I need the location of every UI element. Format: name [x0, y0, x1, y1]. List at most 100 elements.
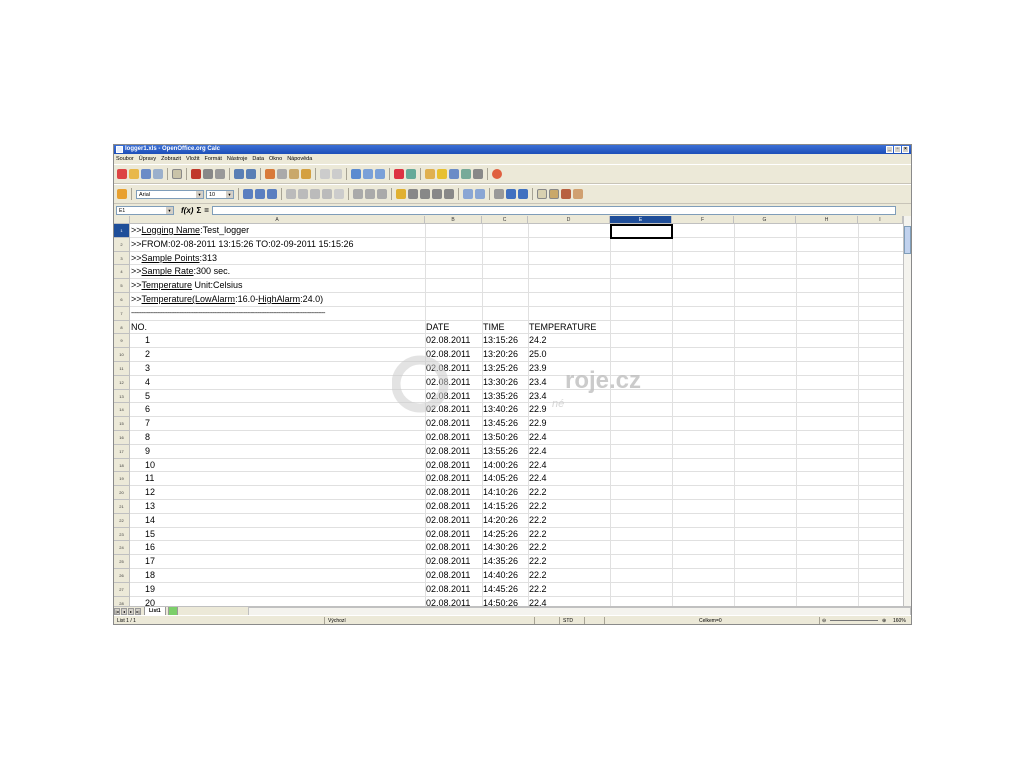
- row-header-16[interactable]: 16: [114, 431, 130, 445]
- chart-icon[interactable]: [394, 169, 404, 179]
- cell-no[interactable]: 15: [145, 528, 155, 542]
- status-page-style[interactable]: Výchozí: [328, 616, 346, 624]
- page-break-icon[interactable]: [561, 189, 571, 199]
- chevron-down-icon[interactable]: ▼: [166, 206, 173, 214]
- zoom-icon[interactable]: [473, 169, 483, 179]
- cell-no[interactable]: 10: [145, 459, 155, 473]
- row-header-8[interactable]: 8: [114, 320, 130, 335]
- chevron-down-icon[interactable]: ▼: [196, 190, 203, 198]
- column-header-c[interactable]: C: [482, 216, 528, 224]
- align-right-icon[interactable]: [310, 189, 320, 199]
- font-name-box[interactable]: Arial ▼: [136, 189, 204, 199]
- cell-no[interactable]: 1: [145, 334, 150, 348]
- status-mode[interactable]: STD: [563, 616, 573, 624]
- cell-time[interactable]: 13:30:26: [483, 376, 518, 390]
- cell-temperature[interactable]: 22.2: [529, 500, 547, 514]
- align-left-icon[interactable]: [286, 189, 296, 199]
- cell-temperature[interactable]: 22.4: [529, 431, 547, 445]
- borders-icon[interactable]: [494, 189, 504, 199]
- name-box[interactable]: E1 ▼: [116, 205, 174, 215]
- menu-zobrazit[interactable]: Zobrazit: [161, 154, 181, 164]
- cell-time[interactable]: 13:55:26: [483, 445, 518, 459]
- restore-button[interactable]: ▫: [894, 146, 901, 153]
- row-header-2[interactable]: 2: [114, 237, 130, 252]
- menu-nastroje[interactable]: Nástroje: [227, 154, 247, 164]
- zoom-plus-icon[interactable]: ⊕: [882, 616, 886, 624]
- cell-time[interactable]: 14:25:26: [483, 528, 518, 542]
- row-header-12[interactable]: 12: [114, 375, 130, 390]
- cell-temperature[interactable]: 25.0: [529, 348, 547, 362]
- currency-icon[interactable]: [396, 189, 406, 199]
- row-header-15[interactable]: 15: [114, 417, 130, 431]
- spellcheck-icon[interactable]: [234, 169, 244, 179]
- copy-icon[interactable]: [277, 169, 287, 179]
- menu-data[interactable]: Data: [252, 154, 264, 164]
- show-draw-functions-icon[interactable]: [425, 169, 435, 179]
- column-header-g[interactable]: G: [734, 216, 796, 224]
- cell-temperature[interactable]: 22.2: [529, 583, 547, 597]
- cell-time[interactable]: 14:20:26: [483, 514, 518, 528]
- cell-no[interactable]: 3: [145, 362, 150, 376]
- column-header-b[interactable]: B: [425, 216, 482, 224]
- row-header-20[interactable]: 20: [114, 486, 130, 500]
- decrease-indent-icon[interactable]: [463, 189, 473, 199]
- cell-date[interactable]: 02.08.2011: [426, 390, 470, 404]
- cell-temperature[interactable]: 22.2: [529, 541, 547, 555]
- cell-time[interactable]: 13:40:26: [483, 403, 518, 417]
- cell-time[interactable]: 14:40:26: [483, 569, 518, 583]
- print-preview-icon[interactable]: [215, 169, 225, 179]
- clone-format-icon[interactable]: [301, 169, 311, 179]
- font-size-box[interactable]: 10 ▼: [206, 189, 234, 199]
- cell-temperature[interactable]: 24.2: [529, 334, 547, 348]
- cell-temperature[interactable]: 22.9: [529, 403, 547, 417]
- cell-no[interactable]: 9: [145, 445, 150, 459]
- row-header-21[interactable]: 21: [114, 500, 130, 514]
- cell-time[interactable]: 14:15:26: [483, 500, 518, 514]
- cell-time[interactable]: 14:50:26: [483, 597, 518, 606]
- row-header-28[interactable]: 28: [114, 596, 130, 606]
- cell-date[interactable]: 02.08.2011: [426, 445, 470, 459]
- cell-temperature[interactable]: 22.2: [529, 528, 547, 542]
- delete-decimal-icon[interactable]: [444, 189, 454, 199]
- cell-time[interactable]: 13:45:26: [483, 417, 518, 431]
- row-header-4[interactable]: 4: [114, 265, 130, 280]
- formula-input[interactable]: [211, 205, 896, 215]
- menu-okno[interactable]: Okno: [269, 154, 282, 164]
- menu-napoveda[interactable]: Nápověda: [287, 154, 312, 164]
- cell-temperature[interactable]: 22.4: [529, 472, 547, 486]
- hyperlink-icon[interactable]: [351, 169, 361, 179]
- sort-descending-icon[interactable]: [375, 169, 385, 179]
- row-header-26[interactable]: 26: [114, 569, 130, 583]
- bold-icon[interactable]: [243, 189, 253, 199]
- percent-icon[interactable]: [408, 189, 418, 199]
- zoom-slider[interactable]: [830, 620, 878, 621]
- column-header-h[interactable]: H: [796, 216, 858, 224]
- cell-date[interactable]: 02.08.2011: [426, 362, 470, 376]
- column-header-i[interactable]: I: [858, 216, 903, 224]
- merge-cells-icon[interactable]: [334, 189, 344, 199]
- close-button[interactable]: ×: [902, 146, 909, 153]
- cell-date[interactable]: 02.08.2011: [426, 555, 470, 569]
- cut-icon[interactable]: [265, 169, 275, 179]
- undo-icon[interactable]: [320, 169, 330, 179]
- cell-temperature[interactable]: 22.4: [529, 445, 547, 459]
- cell-time[interactable]: 13:35:26: [483, 390, 518, 404]
- prev-sheet-button[interactable]: ◂: [121, 607, 127, 615]
- spreadsheet-grid[interactable]: A B C D E F G H I 1 2 3 4 5 6 7 8 9 10 11 12 13 14 15 1…: [114, 216, 911, 606]
- cell-date[interactable]: 02.08.2011: [426, 348, 470, 362]
- cell-time[interactable]: 14:45:26: [483, 583, 518, 597]
- row-header-1[interactable]: 1: [114, 224, 130, 238]
- row-header-11[interactable]: 11: [114, 362, 130, 376]
- align-top-icon[interactable]: [353, 189, 363, 199]
- cell-date[interactable]: 02.08.2011: [426, 528, 470, 542]
- font-color-icon[interactable]: [518, 189, 528, 199]
- row-header-10[interactable]: 10: [114, 348, 130, 362]
- data-sources-icon[interactable]: [461, 169, 471, 179]
- row-header-24[interactable]: 24: [114, 541, 130, 556]
- cell-time[interactable]: 14:30:26: [483, 541, 518, 555]
- cell-date[interactable]: 02.08.2011: [426, 417, 470, 431]
- cell-date[interactable]: 02.08.2011: [426, 569, 470, 583]
- minimize-button[interactable]: _: [886, 146, 893, 153]
- open-folder-icon[interactable]: [129, 169, 139, 179]
- cell-temperature[interactable]: 22.2: [529, 486, 547, 500]
